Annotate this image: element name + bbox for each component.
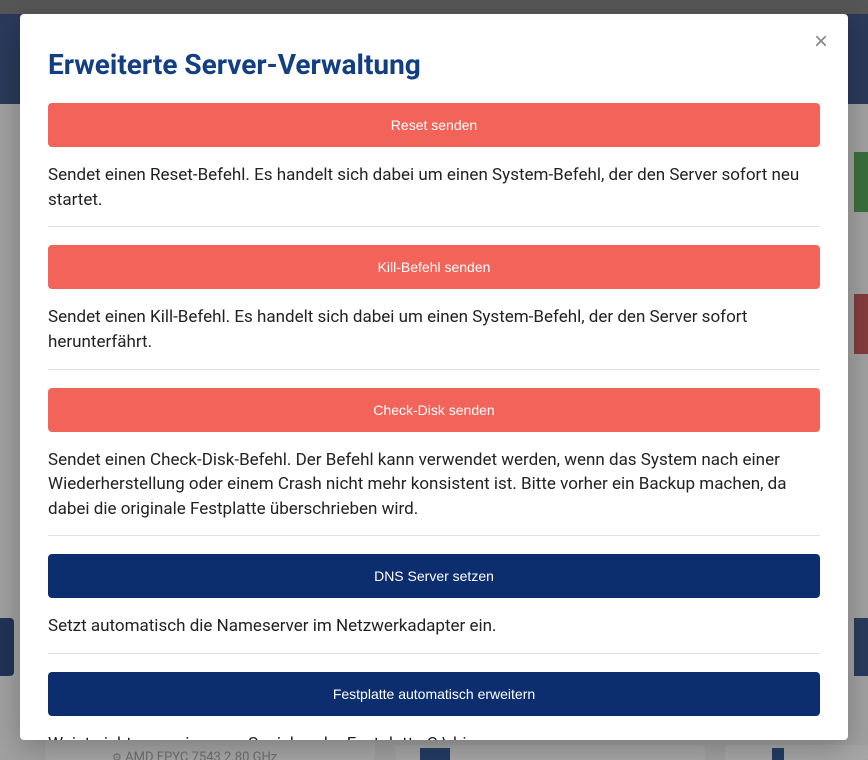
divider (48, 369, 820, 370)
reset-description: Sendet einen Reset-Befehl. Es handelt si… (48, 163, 820, 212)
section-kill: Kill-Befehl senden Sendet einen Kill-Bef… (48, 245, 820, 354)
section-dns: DNS Server setzen Setzt automatisch die … (48, 554, 820, 639)
section-extend-disk: Festplatte automatisch erweitern Weist n… (48, 672, 820, 740)
checkdisk-send-button[interactable]: Check-Disk senden (48, 388, 820, 432)
dns-description: Setzt automatisch die Nameserver im Netz… (48, 614, 820, 639)
section-reset: Reset senden Sendet einen Reset-Befehl. … (48, 103, 820, 212)
extend-disk-button[interactable]: Festplatte automatisch erweitern (48, 672, 820, 716)
dns-set-button[interactable]: DNS Server setzen (48, 554, 820, 598)
close-icon[interactable]: × (810, 26, 832, 58)
modal-title: Erweiterte Server-Verwaltung (48, 48, 820, 81)
kill-send-button[interactable]: Kill-Befehl senden (48, 245, 820, 289)
checkdisk-description: Sendet einen Check-Disk-Befehl. Der Befe… (48, 448, 820, 522)
divider (48, 535, 820, 536)
reset-send-button[interactable]: Reset senden (48, 103, 820, 147)
kill-description: Sendet einen Kill-Befehl. Es handelt sic… (48, 305, 820, 354)
extend-disk-description: Weist nicht zugewiesenen Speicher der Fe… (48, 732, 820, 740)
section-checkdisk: Check-Disk senden Sendet einen Check-Dis… (48, 388, 820, 522)
divider (48, 653, 820, 654)
advanced-server-admin-modal: × Erweiterte Server-Verwaltung Reset sen… (20, 14, 848, 740)
divider (48, 226, 820, 227)
